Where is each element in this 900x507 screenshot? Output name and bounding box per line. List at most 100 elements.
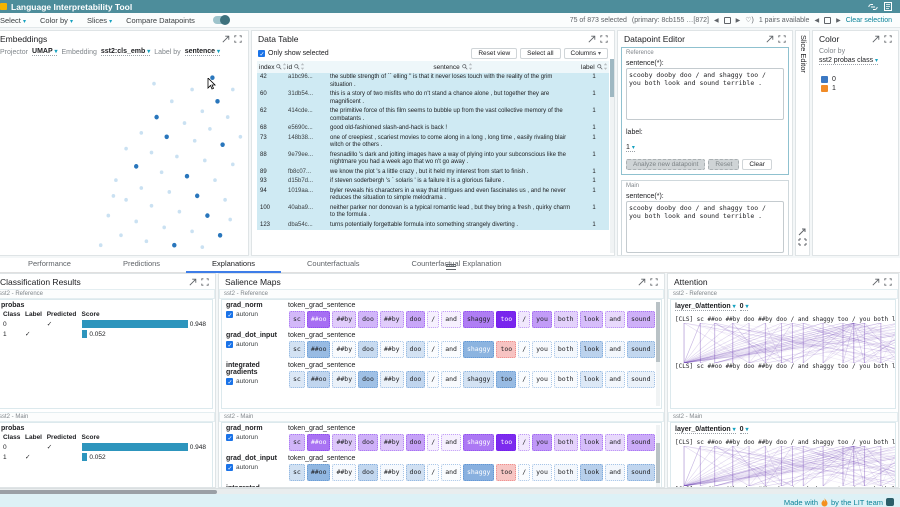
- scrollbar-thumb[interactable]: [0, 490, 217, 494]
- table-row[interactable]: 73148b38...one of creepiest , scariest m…: [257, 134, 609, 151]
- embedding-point[interactable]: [124, 147, 128, 151]
- table-row[interactable]: 6031db54...this is a story of two misfit…: [257, 90, 609, 107]
- embedding-point[interactable]: [208, 127, 212, 131]
- attention-layer-select[interactable]: layer_0/attention ▾: [675, 303, 736, 311]
- embedding-point[interactable]: [228, 218, 232, 222]
- clear-button[interactable]: Clear: [742, 159, 772, 170]
- color-by-select[interactable]: sst2 probas class ▾: [819, 57, 878, 65]
- embedding-select[interactable]: sst2:cls_emb ▾: [101, 48, 150, 56]
- fullscreen-icon[interactable]: [778, 35, 786, 43]
- embedding-point[interactable]: [165, 134, 169, 139]
- fullscreen-icon[interactable]: [201, 278, 209, 286]
- fullscreen-icon[interactable]: [884, 35, 892, 43]
- tab-explanations[interactable]: Explanations: [186, 257, 281, 273]
- lit-logo-icon[interactable]: [886, 498, 894, 506]
- embedding-point[interactable]: [215, 99, 219, 104]
- embedding-point[interactable]: [140, 186, 144, 190]
- embedding-point[interactable]: [213, 178, 217, 182]
- maximize-icon[interactable]: [588, 35, 596, 43]
- embedding-point[interactable]: [231, 162, 235, 166]
- embedding-point[interactable]: [201, 245, 205, 249]
- embedding-point[interactable]: [160, 170, 164, 174]
- salience-scrollbar[interactable]: [656, 302, 660, 406]
- maximize-icon[interactable]: [766, 35, 774, 43]
- embedding-point[interactable]: [190, 229, 194, 233]
- salience-scrollbar[interactable]: [656, 425, 660, 487]
- expand-panel-icon[interactable]: [798, 227, 807, 252]
- embedding-point[interactable]: [205, 213, 209, 218]
- analyze-new-datapoint-button[interactable]: Analyze new datapoint: [626, 159, 705, 170]
- sentence-textarea[interactable]: scooby dooby doo / and shaggy too / you …: [626, 201, 784, 253]
- embedding-point[interactable]: [183, 121, 187, 125]
- slices-menu[interactable]: Slices ▾: [87, 16, 112, 25]
- embedding-point[interactable]: [201, 109, 205, 113]
- embedding-point[interactable]: [150, 204, 154, 208]
- embedding-point[interactable]: [175, 155, 179, 159]
- table-row[interactable]: 10040aba9...neither parker nor donovan i…: [257, 204, 609, 221]
- embedding-point[interactable]: [107, 214, 111, 218]
- fullscreen-icon[interactable]: [600, 35, 608, 43]
- maximize-icon[interactable]: [872, 278, 880, 286]
- embedding-point[interactable]: [168, 190, 172, 194]
- embedding-point[interactable]: [145, 239, 149, 243]
- label-by-select[interactable]: sentence ▾: [185, 48, 220, 56]
- embedding-point[interactable]: [223, 198, 227, 202]
- table-row[interactable]: 68e5690c...good old-fashioned slash-and-…: [257, 124, 609, 134]
- next-datapoint-button[interactable]: ▶: [736, 17, 741, 24]
- embedding-point[interactable]: [203, 159, 207, 163]
- embedding-point[interactable]: [119, 233, 123, 237]
- table-row[interactable]: 89fb8c07...we know the plot 's a little …: [257, 168, 609, 178]
- embedding-point[interactable]: [239, 135, 243, 139]
- embedding-point[interactable]: [162, 226, 166, 230]
- fullscreen-icon[interactable]: [650, 278, 658, 286]
- embedding-point[interactable]: [154, 115, 158, 120]
- embedding-point[interactable]: [150, 151, 154, 155]
- table-row[interactable]: 889e79ee...fresnadillo 's dark and jolti…: [257, 151, 609, 168]
- embedding-point[interactable]: [99, 243, 103, 247]
- compare-datapoints-toggle[interactable]: [213, 16, 230, 24]
- attention-head-select[interactable]: 0 ▾: [740, 303, 749, 311]
- select-menu[interactable]: Select ▾: [0, 16, 26, 25]
- maximize-icon[interactable]: [222, 35, 230, 43]
- tab-predictions[interactable]: Predictions: [97, 257, 186, 273]
- favorite-icon[interactable]: ♡): [745, 16, 754, 24]
- embedding-scatter-plot[interactable]: [0, 58, 248, 255]
- table-row[interactable]: 123dba54c...turns potentially forgettabl…: [257, 221, 609, 231]
- autorun-checkbox[interactable]: [226, 311, 233, 318]
- projector-select[interactable]: UMAP ▾: [32, 48, 57, 56]
- maximize-icon[interactable]: [638, 278, 646, 286]
- reset-view-button[interactable]: Reset view: [471, 48, 517, 59]
- embedding-point[interactable]: [193, 139, 197, 143]
- embedding-point[interactable]: [124, 198, 128, 202]
- column-header-label[interactable]: label: [579, 61, 609, 73]
- embedding-point[interactable]: [218, 233, 222, 238]
- docs-icon[interactable]: [884, 2, 892, 11]
- attention-head-select[interactable]: 0 ▾: [740, 426, 749, 434]
- layout-menu-icon[interactable]: [446, 262, 456, 271]
- reset-button[interactable]: Reset: [708, 159, 739, 170]
- embedding-point[interactable]: [220, 142, 224, 147]
- autorun-checkbox[interactable]: [226, 434, 233, 441]
- autorun-checkbox[interactable]: [226, 464, 233, 471]
- embedding-point[interactable]: [134, 220, 138, 224]
- column-header-id[interactable]: id: [285, 61, 327, 73]
- embedding-point[interactable]: [152, 82, 156, 86]
- fullscreen-icon[interactable]: [884, 278, 892, 286]
- label-select[interactable]: 1 ▾: [626, 144, 635, 152]
- table-row[interactable]: 93d15b7d...if steven soderbergh 's ` sol…: [257, 177, 609, 187]
- fullscreen-icon[interactable]: [234, 35, 242, 43]
- only-show-selected-checkbox[interactable]: [258, 50, 265, 57]
- sentence-textarea[interactable]: scooby dooby doo / and shaggy too / you …: [626, 68, 784, 120]
- data-table-scrollbar[interactable]: [610, 59, 614, 253]
- tab-counterfactual-explanation[interactable]: Counterfactual Explanation: [386, 257, 528, 273]
- sort-icon[interactable]: [300, 63, 305, 70]
- embedding-point[interactable]: [172, 243, 176, 248]
- link-icon[interactable]: [868, 3, 878, 11]
- autorun-checkbox[interactable]: [226, 341, 233, 348]
- embedding-point[interactable]: [226, 115, 230, 119]
- horizontal-scrollbar[interactable]: [0, 488, 900, 494]
- pin-datapoint-icon[interactable]: [724, 17, 731, 24]
- select-all-button[interactable]: Select all: [520, 48, 560, 59]
- embedding-point[interactable]: [140, 131, 144, 135]
- maximize-icon[interactable]: [872, 35, 880, 43]
